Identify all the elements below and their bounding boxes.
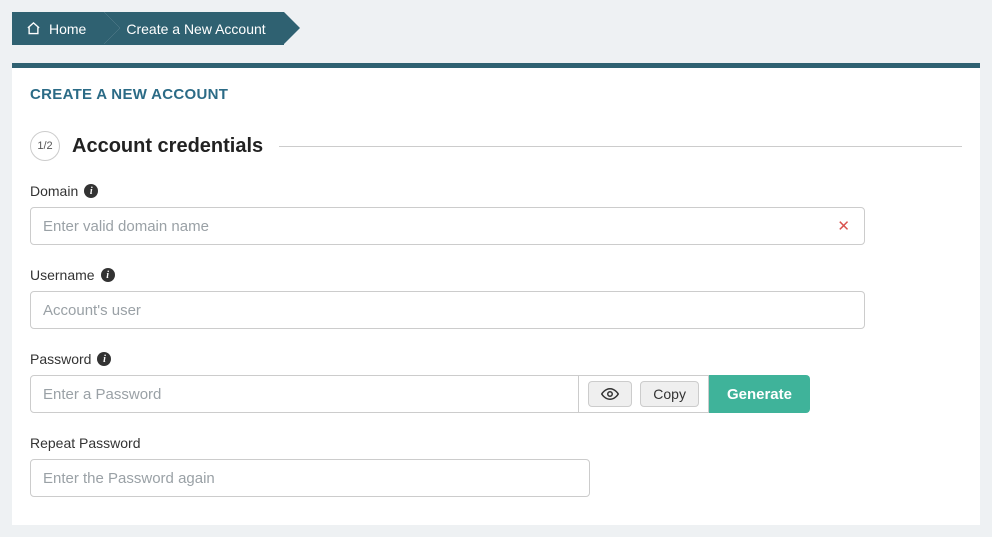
password-input-wrapper	[30, 375, 579, 413]
breadcrumb-home-label: Home	[49, 21, 86, 37]
form-card: CREATE A NEW ACCOUNT 1/2 Account credent…	[12, 63, 980, 525]
info-icon[interactable]: i	[84, 184, 98, 198]
repeat-password-input-wrapper	[30, 459, 590, 497]
home-icon	[26, 21, 41, 36]
eye-icon	[601, 387, 619, 401]
breadcrumb-current[interactable]: Create a New Account	[104, 12, 283, 45]
username-input[interactable]	[31, 292, 864, 328]
domain-field: Domain i ✕	[30, 183, 962, 245]
password-field: Password i Copy	[30, 351, 962, 413]
breadcrumb-home[interactable]: Home	[12, 12, 104, 45]
info-icon[interactable]: i	[97, 352, 111, 366]
page-title: CREATE A NEW ACCOUNT	[30, 86, 962, 103]
domain-input[interactable]	[31, 208, 823, 244]
divider	[279, 146, 962, 147]
repeat-password-input[interactable]	[31, 460, 589, 496]
breadcrumb: Home Create a New Account	[12, 12, 980, 45]
section-header: 1/2 Account credentials	[30, 131, 962, 161]
info-icon[interactable]: i	[101, 268, 115, 282]
generate-button-label: Generate	[727, 386, 792, 403]
section-title: Account credentials	[72, 135, 263, 158]
generate-button[interactable]: Generate	[709, 375, 810, 413]
domain-label: Domain	[30, 183, 78, 199]
domain-input-wrapper: ✕	[30, 207, 865, 245]
password-actions: Copy	[579, 375, 709, 413]
copy-button[interactable]: Copy	[640, 381, 699, 407]
username-input-wrapper	[30, 291, 865, 329]
username-field: Username i	[30, 267, 962, 329]
toggle-visibility-button[interactable]	[588, 381, 632, 407]
step-indicator: 1/2	[30, 131, 60, 161]
password-input[interactable]	[31, 376, 578, 412]
password-label: Password	[30, 351, 91, 367]
username-label: Username	[30, 267, 95, 283]
copy-button-label: Copy	[653, 386, 686, 402]
invalid-icon: ✕	[823, 217, 864, 235]
repeat-password-label: Repeat Password	[30, 435, 141, 451]
breadcrumb-current-label: Create a New Account	[126, 21, 265, 37]
repeat-password-field: Repeat Password	[30, 435, 962, 497]
